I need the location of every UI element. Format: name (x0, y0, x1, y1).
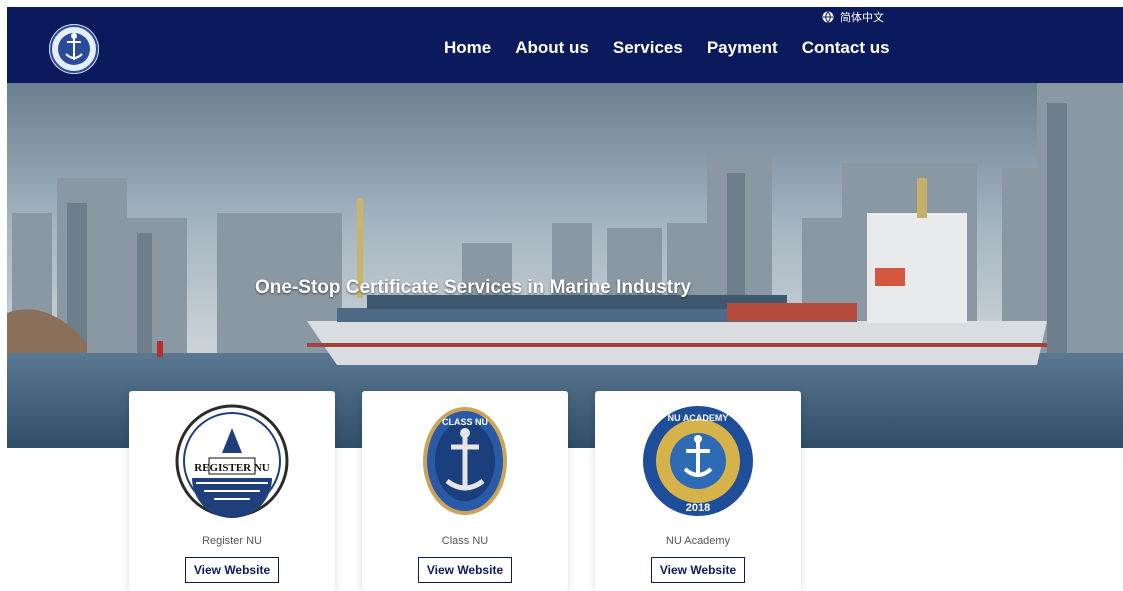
nu-academy-logo-icon: NU ACADEMY 2018 (643, 406, 753, 516)
nu-academy-year: 2018 (686, 502, 710, 514)
nav-payment[interactable]: Payment (707, 39, 778, 56)
register-nu-logo-icon: REGISTER NU (175, 404, 289, 518)
card-register-nu: REGISTER NU Register NU View Website (129, 391, 335, 591)
view-website-button[interactable]: View Website (417, 557, 513, 583)
card-class-nu: CLASS NU Class NU View Website (362, 391, 568, 591)
globe-icon (822, 11, 834, 23)
nav-home[interactable]: Home (444, 39, 491, 56)
card-name: Class NU (441, 535, 489, 547)
class-nu-logo-icon: CLASS NU (423, 407, 507, 515)
site-header: 简体中文 Home About us Services Payment Cont… (7, 7, 1123, 83)
logo-emblem-icon (50, 25, 98, 73)
card-name: NU Academy (665, 535, 731, 547)
nav-services[interactable]: Services (613, 39, 683, 56)
nu-academy-emblem-text: NU ACADEMY (668, 413, 729, 423)
page: 简体中文 Home About us Services Payment Cont… (7, 7, 1123, 591)
hero-title: One-Stop Certificate Services in Marine … (255, 277, 692, 298)
class-nu-emblem-text: CLASS NU (442, 417, 488, 427)
language-switch[interactable]: 简体中文 (822, 9, 884, 25)
nav-about-us[interactable]: About us (515, 39, 589, 56)
view-website-button[interactable]: View Website (650, 557, 746, 583)
main-nav: Home About us Services Payment Contact u… (444, 39, 890, 56)
register-nu-emblem-text: REGISTER NU (194, 462, 270, 474)
language-label: 简体中文 (840, 12, 884, 24)
service-cards: REGISTER NU Register NU View Website CLA… (129, 391, 801, 591)
nav-contact-us[interactable]: Contact us (802, 39, 890, 56)
logo[interactable] (49, 24, 99, 74)
card-name: Register NU (202, 535, 262, 547)
card-nu-academy: NU ACADEMY 2018 NU Academy View Website (595, 391, 801, 591)
view-website-button[interactable]: View Website (184, 557, 280, 583)
